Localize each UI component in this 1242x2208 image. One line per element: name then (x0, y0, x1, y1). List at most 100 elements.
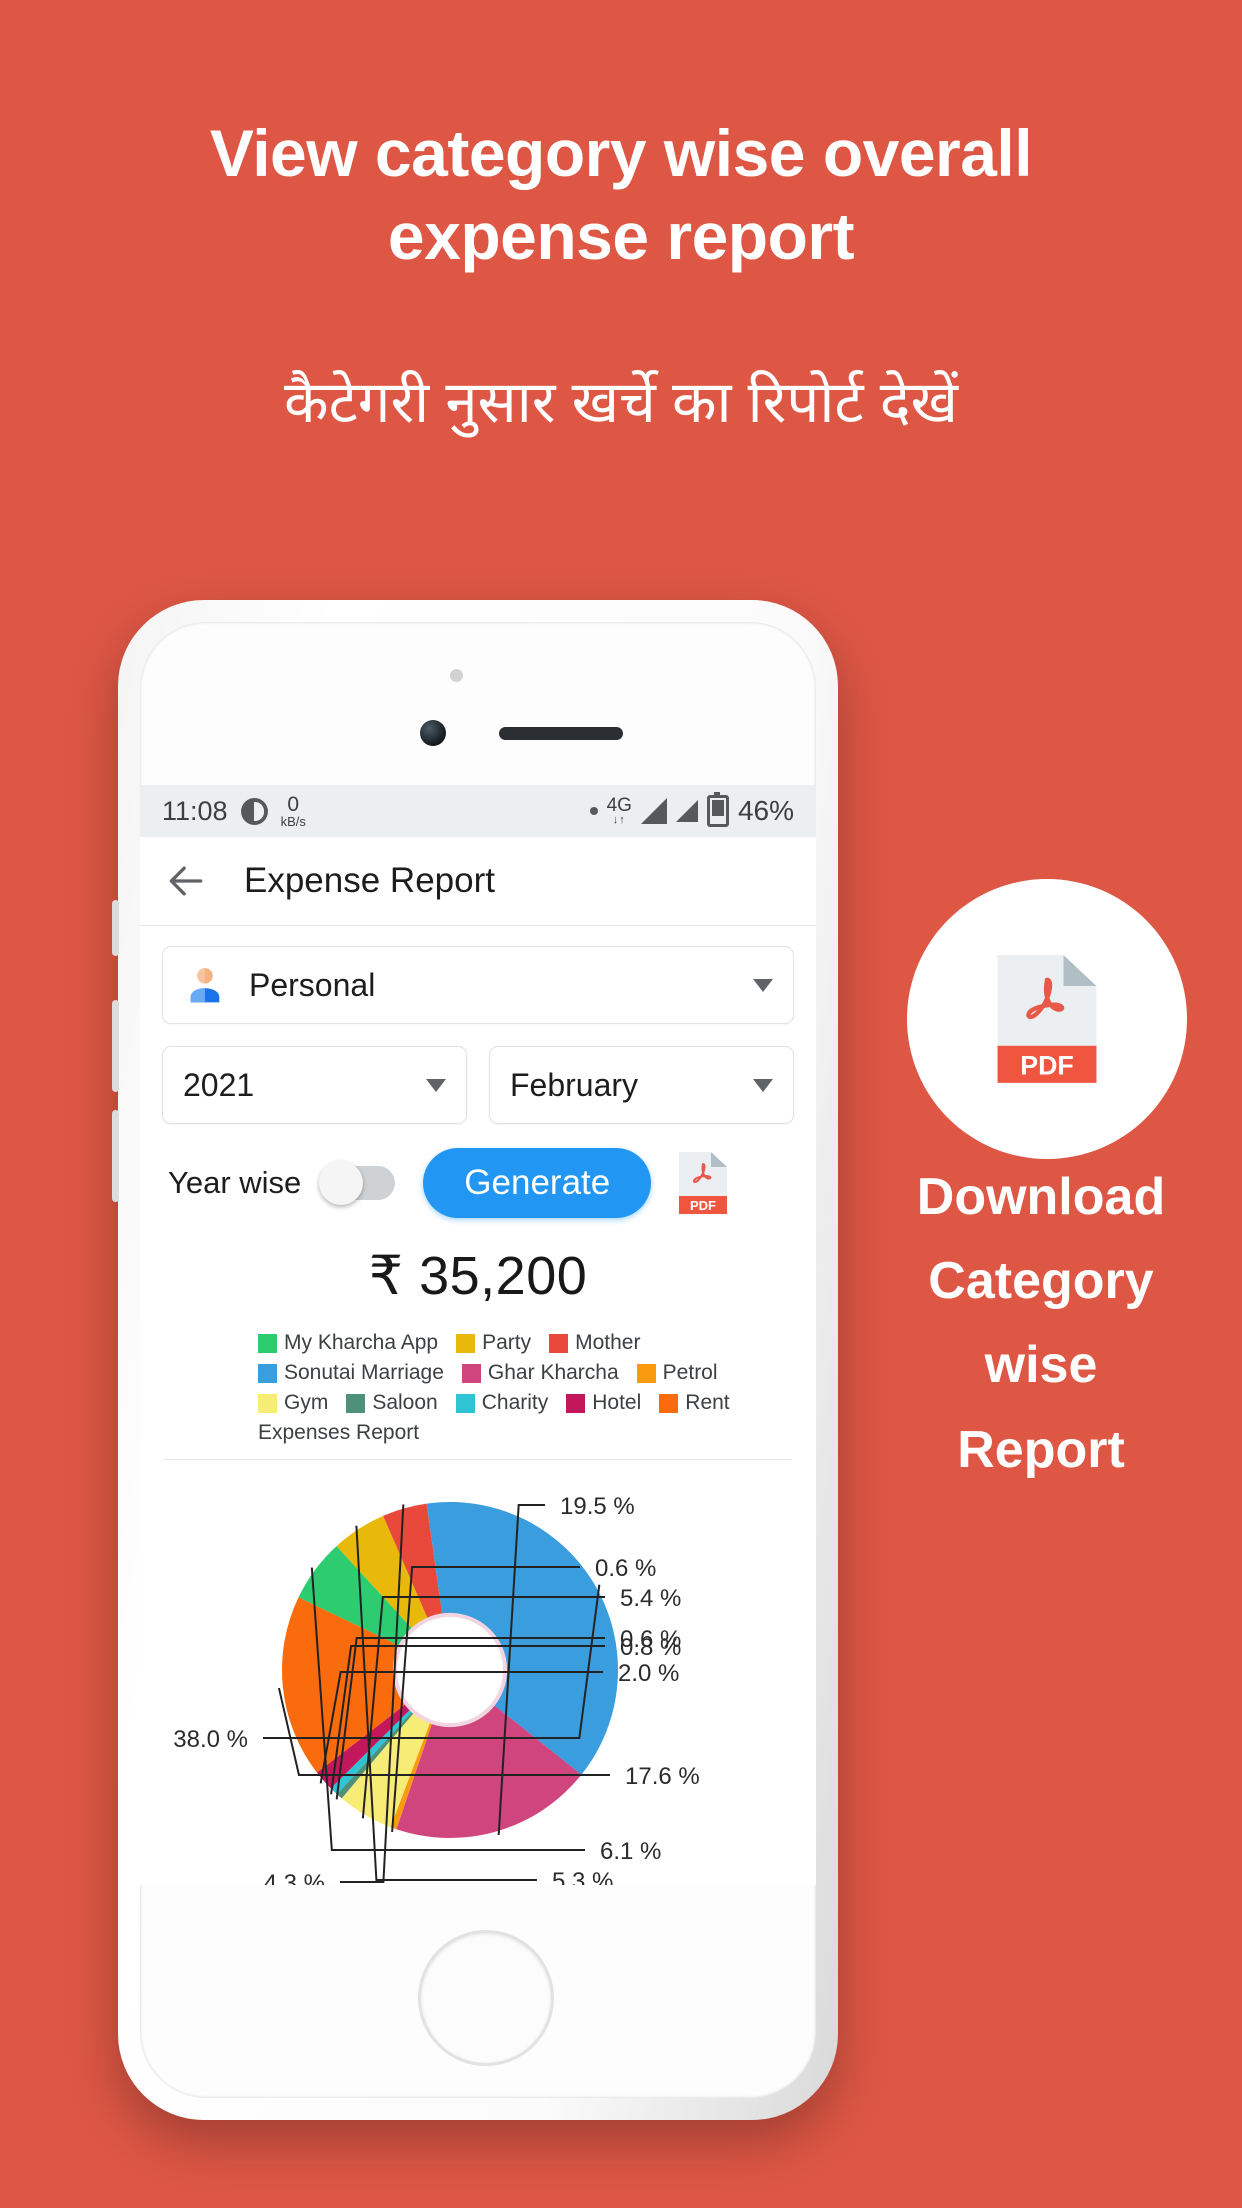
legend-item: Hotel (566, 1391, 641, 1415)
legend-item: Gym (258, 1391, 328, 1415)
home-button[interactable] (418, 1930, 554, 2066)
status-bar-right: 4G ↓↑ 46% (589, 792, 794, 827)
right-caption-line1: Download (916, 1168, 1166, 1226)
action-row: Year wise Generate PDF (162, 1148, 794, 1218)
legend-swatch (566, 1393, 586, 1413)
year-select-value: 2021 (183, 1066, 255, 1103)
pie-slice-label: 0.6 % (595, 1555, 656, 1582)
earpiece-speaker (499, 727, 623, 740)
front-sensor-dot (450, 669, 463, 682)
status-bar-left: 11:08 0 kB/s (162, 794, 306, 828)
promo-headline-line2: expense report (387, 199, 855, 274)
toggle-knob (319, 1161, 364, 1205)
legend-swatch (549, 1333, 569, 1353)
year-select[interactable]: 2021 (162, 1046, 467, 1124)
legend-swatch (456, 1333, 476, 1353)
pdf-file-icon: PDF (993, 951, 1101, 1087)
pdf-badge: PDF (907, 879, 1187, 1159)
year-wise-toggle[interactable] (319, 1161, 396, 1205)
legend-label: Saloon (372, 1391, 438, 1414)
promo-headline: View category wise overall expense repor… (0, 112, 1242, 278)
data-saver-icon (240, 797, 268, 825)
legend-label: Rent (685, 1391, 730, 1414)
pie-slice-label: 17.6 % (625, 1763, 700, 1790)
network-speed-unit: kB/s (280, 814, 306, 829)
right-caption-line2: Category (928, 1252, 1154, 1311)
year-wise-label: Year wise (168, 1165, 302, 1200)
chevron-down-icon[interactable] (426, 1078, 446, 1092)
chevron-down-icon[interactable] (753, 978, 773, 992)
account-select[interactable]: Personal (162, 946, 794, 1024)
person-icon (183, 963, 227, 1007)
legend-swatch (636, 1363, 656, 1383)
phone-mockup: 11:08 0 kB/s 4G ↓↑ 46% Expense Report Pe… (112, 600, 838, 2120)
legend-label: Party (482, 1331, 532, 1354)
signal-bars-icon-2 (675, 800, 698, 822)
report-form: Personal 2021 February Year wise Generat… (140, 926, 816, 1445)
signal-bars-icon-1 (640, 798, 667, 824)
legend-label: Charity (481, 1391, 549, 1414)
legend-swatch (659, 1393, 679, 1413)
network-type-label: 4G (606, 795, 632, 816)
phone-button-volume-down[interactable] (112, 1110, 119, 1202)
pie-slice-label: 38.0 % (173, 1726, 248, 1753)
chart-caption: Expenses Report (258, 1421, 420, 1444)
legend-item: Party (456, 1331, 531, 1355)
pdf-download-icon[interactable]: PDF (677, 1150, 729, 1216)
legend-item: Rent (659, 1391, 730, 1415)
pie-chart: 19.5 % 0.6 % 5.4 % 0.6 % 0.8 % 2.0 % 17.6 % 6.1… (140, 1460, 816, 1885)
status-bar: 11:08 0 kB/s 4G ↓↑ 46% (140, 785, 816, 837)
right-caption-line3: wise (984, 1336, 1098, 1395)
pie-slice-label: 4.3 % (264, 1870, 325, 1885)
network-speed: 0 kB/s (281, 794, 306, 828)
legend-row: My Kharcha App Party Mother (258, 1331, 794, 1355)
phone-screen: 11:08 0 kB/s 4G ↓↑ 46% Expense Report Pe… (140, 785, 816, 1885)
pie-slice-label: 19.5 % (560, 1493, 635, 1520)
back-arrow-icon[interactable] (164, 859, 208, 903)
pie-slice-label: 5.4 % (620, 1585, 681, 1612)
legend-item: My Kharcha App (258, 1331, 438, 1355)
account-select-value: Personal (249, 966, 376, 1003)
svg-text:PDF: PDF (690, 1198, 716, 1213)
status-dot-icon (589, 807, 598, 815)
month-select-value: February (510, 1066, 639, 1103)
promo-subheadline: कैटेगरी नुसार खर्चे का रिपोर्ट देखें (284, 370, 958, 435)
legend-label: Mother (575, 1331, 641, 1354)
chevron-down-icon[interactable] (753, 1078, 773, 1092)
legend-label: Petrol (662, 1361, 718, 1384)
front-camera-icon (420, 720, 446, 746)
legend-item: Ghar Kharcha (461, 1361, 619, 1385)
phone-button-silent[interactable] (112, 900, 119, 956)
pie-chart-svg: 19.5 %0.6 %5.4 %0.6 %0.8 %2.0 %17.6 %6.1… (173, 1493, 700, 1885)
legend-row: Gym Saloon Charity Hotel Rent (258, 1391, 794, 1415)
right-caption-line4: Report (957, 1420, 1125, 1479)
generate-button[interactable]: Generate (423, 1148, 652, 1218)
pie-slice-label: 2.0 % (618, 1660, 679, 1687)
legend-swatch (258, 1393, 277, 1413)
network-type: 4G ↓↑ (607, 796, 632, 826)
pie-slice-label: 6.1 % (600, 1838, 661, 1865)
legend-swatch (258, 1363, 277, 1383)
month-select[interactable]: February (489, 1046, 794, 1124)
legend-item: Mother (549, 1331, 640, 1355)
total-amount: ₹ 35,200 (368, 1246, 588, 1306)
pie-slice-label: 0.8 % (620, 1634, 681, 1661)
app-bar: Expense Report (140, 837, 816, 926)
legend-label: Gym (284, 1391, 329, 1414)
legend-label: My Kharcha App (284, 1331, 439, 1354)
legend-swatch (258, 1333, 277, 1353)
legend-item: Sonutai Marriage (258, 1361, 444, 1385)
battery-percent: 46% (737, 795, 794, 826)
legend-swatch (455, 1393, 475, 1413)
svg-text:PDF: PDF (1020, 1051, 1074, 1081)
legend-swatch (346, 1393, 366, 1413)
phone-button-volume-up[interactable] (112, 1000, 119, 1092)
legend-label: Ghar Kharcha (487, 1361, 619, 1384)
page-title: Expense Report (244, 861, 495, 900)
legend-item: Saloon (346, 1391, 438, 1415)
network-arrows: ↓↑ (612, 814, 626, 826)
period-row: 2021 February (162, 1046, 794, 1124)
network-speed-value: 0 (287, 793, 300, 816)
chart-legend: My Kharcha App Party Mother Sonutai Marr… (162, 1331, 794, 1445)
legend-swatch (461, 1363, 481, 1383)
